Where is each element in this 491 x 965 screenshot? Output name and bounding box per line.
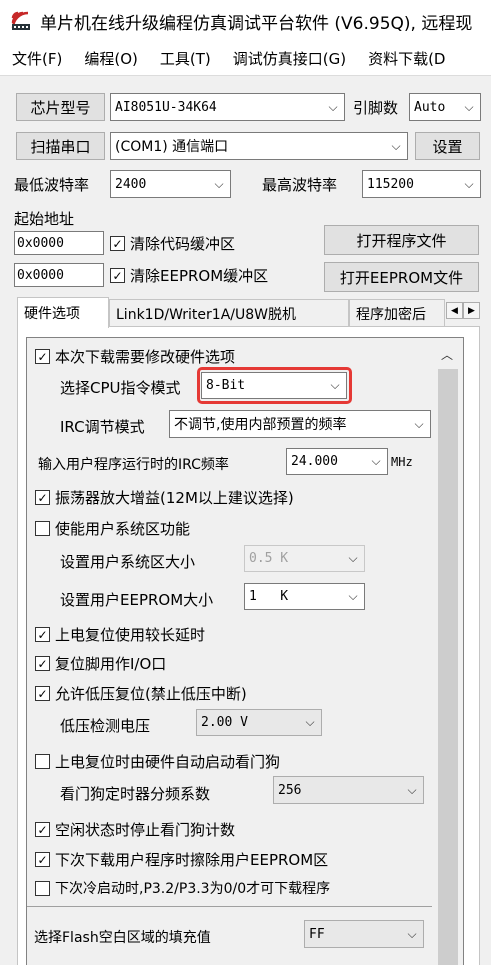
erase-user-eeprom-checkbox[interactable]: ✓ 下次下载用户程序时擦除用户EEPROM区	[35, 849, 328, 870]
highlight-box	[197, 367, 352, 404]
port-select[interactable]: (COM1) 通信端口 ⌵	[110, 132, 408, 160]
tab-hardware-options[interactable]: 硬件选项	[17, 297, 109, 328]
checkbox-box	[35, 754, 50, 769]
checkbox-box: ✓	[35, 490, 50, 505]
start-address-label: 起始地址	[14, 210, 75, 228]
eeprom-address-input[interactable]: 0x0000	[14, 263, 104, 287]
user-system-area-checkbox[interactable]: 使能用户系统区功能	[35, 518, 190, 539]
pin-count-select[interactable]: Auto ⌵	[409, 93, 481, 121]
chevron-down-icon: ⌵	[464, 176, 474, 191]
checkbox-box: ✓	[110, 236, 125, 251]
menu-program[interactable]: 编程(O)	[72, 48, 148, 69]
port-settings-button[interactable]: 设置	[415, 132, 480, 160]
chevron-down-icon: ⌵	[464, 99, 474, 114]
open-eeprom-file-button[interactable]: 打开EEPROM文件	[324, 262, 479, 292]
idle-stop-watchdog-checkbox[interactable]: ✓ 空闲状态时停止看门狗计数	[35, 819, 235, 840]
irc-freq-select[interactable]: 24.000 ⌵	[286, 448, 388, 475]
chevron-down-icon: ⌵	[348, 589, 358, 603]
checkbox-box: ✓	[35, 822, 50, 837]
chevron-down-icon: ⌵	[305, 715, 315, 729]
pin-count-label: 引脚数	[353, 99, 399, 117]
system-area-size-select: 0.5 K ⌵	[244, 545, 365, 572]
menu-downloads[interactable]: 资料下载(D	[356, 48, 455, 69]
title-bar: 单片机在线升级编程仿真调试平台软件 (V6.95Q), 远程现	[0, 0, 491, 42]
scrollbar-thumb[interactable]	[438, 369, 458, 965]
chevron-down-icon: ⌵	[371, 454, 381, 468]
tab-program-encryption[interactable]: 程序加密后	[349, 299, 445, 327]
eeprom-size-label: 设置用户EEPROM大小	[60, 591, 214, 609]
watchdog-auto-start-checkbox[interactable]: 上电复位时由硬件自动启动看门狗	[35, 751, 280, 772]
watchdog-divider-select[interactable]: 256 ⌵	[273, 776, 424, 804]
tab-strip: 硬件选项 Link1D/Writer1A/U8W脱机 程序加密后 ◀ ▶	[17, 297, 480, 328]
lvd-voltage-label: 低压检测电压	[60, 717, 151, 735]
cold-boot-p32-p33-checkbox[interactable]: 下次冷启动时,P3.2/P3.3为0/0才可下载程序	[35, 878, 330, 898]
watchdog-divider-label: 看门狗定时器分频系数	[60, 785, 211, 803]
chevron-down-icon: ⌵	[348, 551, 358, 565]
checkbox-box: ✓	[35, 852, 50, 867]
checkbox-box	[35, 880, 50, 896]
chevron-down-icon: ⌵	[391, 138, 401, 153]
irc-freq-unit: MHz	[391, 455, 413, 469]
checkbox-box	[35, 521, 50, 536]
modify-hw-options-checkbox[interactable]: ✓ 本次下载需要修改硬件选项	[35, 346, 235, 367]
app-icon	[10, 10, 32, 32]
reset-pin-io-checkbox[interactable]: ✓ 复位脚用作I/O口	[35, 653, 166, 674]
checkbox-box: ✓	[35, 656, 50, 671]
chip-model-button[interactable]: 芯片型号	[16, 93, 105, 121]
scroll-up-icon[interactable]: ︿	[441, 346, 453, 363]
cpu-mode-label: 选择CPU指令模式	[60, 379, 181, 397]
menu-tools[interactable]: 工具(T)	[148, 48, 221, 69]
eeprom-size-select[interactable]: 1 K ⌵	[244, 583, 365, 610]
clear-code-buffer-checkbox[interactable]: ✓ 清除代码缓冲区	[110, 233, 235, 254]
menu-bar: 文件(F) 编程(O) 工具(T) 调试仿真接口(G) 资料下载(D	[0, 42, 491, 76]
chip-model-select[interactable]: AI8051U-34K64 ⌵	[110, 93, 345, 121]
power-on-delay-checkbox[interactable]: ✓ 上电复位使用较长延时	[35, 624, 205, 645]
irc-freq-label: 输入用户程序运行时的IRC频率	[38, 457, 229, 473]
divider	[27, 906, 432, 907]
low-voltage-reset-checkbox[interactable]: ✓ 允许低压复位(禁止低压中断)	[35, 683, 247, 704]
tab-scroll-left-icon[interactable]: ◀	[446, 302, 463, 319]
chevron-down-icon: ⌵	[414, 416, 424, 431]
checkbox-box: ✓	[35, 349, 50, 364]
tab-link1d-offline[interactable]: Link1D/Writer1A/U8W脱机	[109, 299, 349, 327]
chevron-down-icon: ⌵	[214, 176, 224, 191]
irc-mode-select[interactable]: 不调节,使用内部预置的频率 ⌵	[169, 410, 431, 438]
chevron-down-icon: ⌵	[407, 782, 417, 797]
scan-port-button[interactable]: 扫描串口	[16, 132, 105, 160]
flash-fill-label: 选择Flash空白区域的填充值	[34, 930, 211, 946]
system-area-size-label: 设置用户系统区大小	[60, 553, 196, 571]
min-baud-label: 最低波特率	[14, 176, 90, 194]
max-baud-select[interactable]: 115200 ⌵	[362, 170, 481, 198]
clear-eeprom-buffer-checkbox[interactable]: ✓ 清除EEPROM缓冲区	[110, 265, 268, 286]
open-program-file-button[interactable]: 打开程序文件	[324, 225, 479, 255]
menu-file[interactable]: 文件(F)	[0, 48, 72, 69]
osc-gain-checkbox[interactable]: ✓ 振荡器放大增益(12M以上建议选择)	[35, 487, 294, 508]
chevron-down-icon: ⌵	[328, 99, 338, 114]
tab-scroll-right-icon[interactable]: ▶	[463, 302, 480, 319]
flash-fill-select[interactable]: FF ⌵	[304, 920, 424, 948]
chevron-down-icon: ⌵	[407, 926, 417, 941]
checkbox-box: ✓	[35, 627, 50, 642]
menu-debug[interactable]: 调试仿真接口(G)	[221, 48, 356, 69]
window-title: 单片机在线升级编程仿真调试平台软件 (V6.95Q), 远程现	[40, 13, 473, 34]
checkbox-box: ✓	[35, 686, 50, 701]
max-baud-label: 最高波特率	[262, 176, 338, 194]
min-baud-select[interactable]: 2400 ⌵	[110, 170, 231, 198]
code-address-input[interactable]: 0x0000	[14, 231, 104, 255]
checkbox-box: ✓	[110, 268, 125, 283]
irc-mode-label: IRC调节模式	[60, 418, 145, 436]
lvd-voltage-select[interactable]: 2.00 V ⌵	[196, 709, 322, 736]
